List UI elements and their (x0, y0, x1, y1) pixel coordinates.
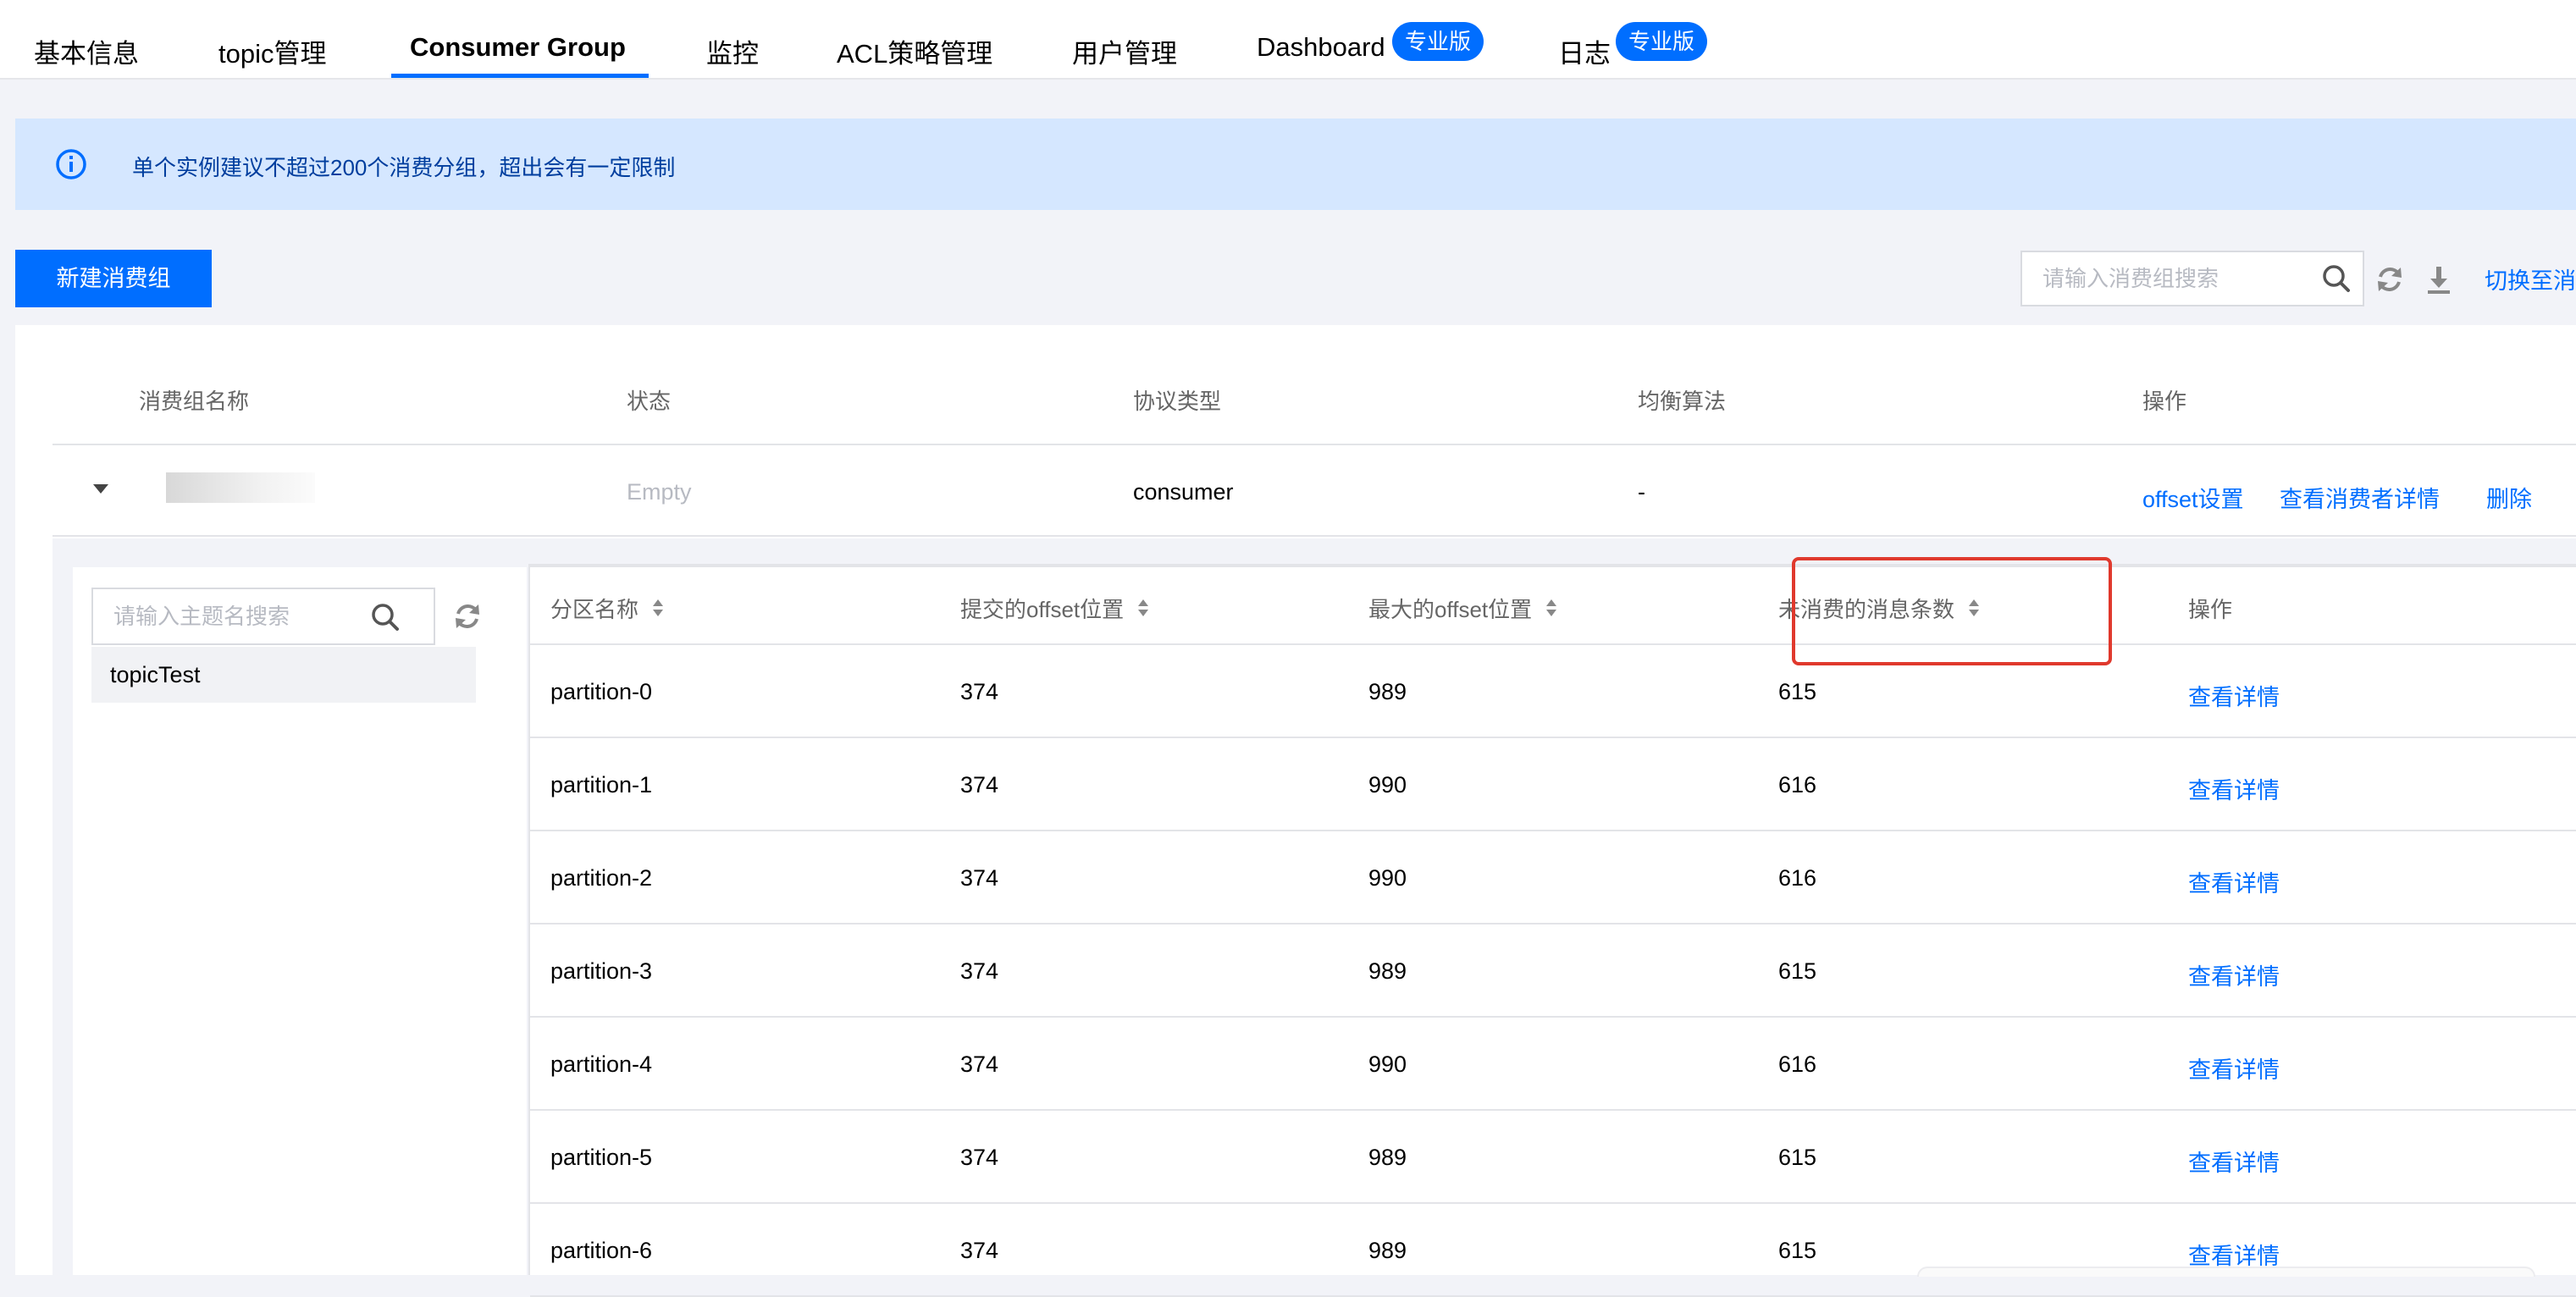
table-row: partition-3 374 989 615 查看详情 (530, 924, 2576, 1018)
committed-offset: 374 (960, 772, 999, 798)
unconsumed-count: 615 (1778, 1238, 1817, 1263)
max-offset: 989 (1368, 1145, 1407, 1170)
committed-offset: 374 (960, 679, 999, 704)
floating-panel-edge (1917, 1267, 2535, 1277)
search-icon[interactable] (2320, 262, 2352, 295)
partition-name: partition-5 (550, 1145, 653, 1170)
dashboard-pro-badge: 专业版 (1392, 22, 1484, 61)
column-header-committed-offset[interactable]: 提交的offset位置 (960, 593, 1149, 624)
tab-user-management[interactable]: 用户管理 (1072, 32, 1177, 70)
column-header-max-offset[interactable]: 最大的offset位置 (1368, 593, 1557, 624)
view-details-link[interactable]: 查看详情 (2188, 865, 2280, 898)
info-circle-icon (56, 149, 86, 179)
table-row: partition-4 374 990 616 查看详情 (530, 1018, 2576, 1111)
consumer-group-table-header: 消费组名称 状态 协议类型 均衡算法 操作 (53, 384, 2576, 445)
committed-offset: 374 (960, 958, 999, 984)
tab-consumer-group[interactable]: Consumer Group (410, 32, 626, 63)
consumer-group-row: Empty consumer - offset设置 查看消费者详情 删除 (53, 447, 2576, 537)
redacted-group-name (166, 472, 315, 503)
consumer-group-search (2020, 251, 2364, 306)
refresh-topics-icon[interactable] (451, 599, 484, 633)
committed-offset: 374 (960, 865, 999, 891)
unconsumed-count: 615 (1778, 679, 1817, 704)
notice-banner: 单个实例建议不超过200个消费分组，超出会有一定限制 (15, 119, 2576, 210)
tab-dashboard[interactable]: Dashboard (1257, 32, 1385, 63)
notice-text: 单个实例建议不超过200个消费分组，超出会有一定限制 (132, 155, 676, 180)
column-header-actions: 操作 (2142, 389, 2187, 414)
table-row: partition-6 374 989 615 查看详情 (530, 1204, 2576, 1297)
offset-settings-link[interactable]: offset设置 (2142, 481, 2244, 514)
active-tab-indicator (391, 74, 649, 78)
switch-view-link[interactable]: 切换至消 (2485, 262, 2576, 295)
committed-offset: 374 (960, 1238, 999, 1263)
partition-name: partition-6 (550, 1238, 653, 1263)
unconsumed-count: 615 (1778, 1145, 1817, 1170)
view-details-link[interactable]: 查看详情 (2188, 958, 2280, 991)
tab-topic-management[interactable]: topic管理 (218, 32, 326, 70)
sort-icon[interactable] (1545, 599, 1557, 617)
unconsumed-count: 616 (1778, 865, 1817, 891)
column-header-protocol: 协议类型 (1133, 389, 1222, 414)
unconsumed-count: 616 (1778, 772, 1817, 798)
column-header-status: 状态 (627, 389, 672, 414)
tab-acl-policy[interactable]: ACL策略管理 (837, 32, 992, 70)
table-row: partition-0 374 989 615 查看详情 (530, 645, 2576, 738)
view-details-link[interactable]: 查看详情 (2188, 679, 2280, 712)
tab-monitoring[interactable]: 监控 (706, 32, 759, 70)
create-consumer-group-button[interactable]: 新建消费组 (15, 250, 212, 307)
committed-offset: 374 (960, 1145, 999, 1170)
partition-name: partition-0 (550, 679, 653, 704)
partition-table-header: 分区名称 提交的offset位置 最大的offset位置 未消费的消息条数 操作 (530, 557, 2576, 665)
partition-name: partition-4 (550, 1051, 653, 1077)
group-algorithm: - (1638, 479, 1645, 505)
column-header-committed-offset-label: 提交的offset位置 (960, 597, 1125, 622)
column-header-partition-label: 分区名称 (550, 597, 639, 622)
column-header-partition[interactable]: 分区名称 (550, 593, 664, 624)
tab-logs[interactable]: 日志 (1558, 32, 1611, 70)
sort-icon[interactable] (1137, 599, 1149, 617)
group-detail-expanded: topicTest 分区名称 提交的offset位置 最大的offset位置 未… (53, 538, 2576, 1297)
max-offset: 990 (1368, 865, 1407, 891)
max-offset: 989 (1368, 679, 1407, 704)
max-offset: 990 (1368, 1051, 1407, 1077)
partition-name: partition-1 (550, 772, 653, 798)
table-row: partition-1 374 990 616 查看详情 (530, 738, 2576, 831)
view-details-link[interactable]: 查看详情 (2188, 1051, 2280, 1085)
topic-list-panel: topicTest (73, 567, 527, 1275)
logs-pro-badge: 专业版 (1616, 22, 1708, 61)
column-header-group-name: 消费组名称 (139, 389, 250, 414)
max-offset: 989 (1368, 958, 1407, 984)
download-icon[interactable] (2422, 262, 2456, 296)
table-row: partition-5 374 989 615 查看详情 (530, 1111, 2576, 1204)
column-header-max-offset-label: 最大的offset位置 (1368, 597, 1533, 622)
column-header-partition-actions: 操作 (2188, 597, 2233, 622)
group-protocol: consumer (1133, 479, 1234, 505)
partition-table: 分区名称 提交的offset位置 最大的offset位置 未消费的消息条数 操作… (528, 557, 2576, 1297)
collapse-row-icon[interactable] (93, 484, 108, 494)
tab-basic-info[interactable]: 基本信息 (34, 32, 139, 70)
table-row: partition-2 374 990 616 查看详情 (530, 831, 2576, 924)
sort-icon[interactable] (652, 599, 664, 617)
committed-offset: 374 (960, 1051, 999, 1077)
group-status: Empty (627, 479, 692, 505)
unconsumed-count: 615 (1778, 958, 1817, 984)
view-details-link[interactable]: 查看详情 (2188, 772, 2280, 805)
refresh-icon[interactable] (2373, 262, 2407, 296)
unconsumed-count: 616 (1778, 1051, 1817, 1077)
delete-group-link[interactable]: 删除 (2486, 481, 2532, 514)
partition-name: partition-2 (550, 865, 653, 891)
topic-search-input[interactable] (113, 589, 368, 643)
consumer-group-search-input[interactable] (2043, 252, 2297, 305)
partition-name: partition-3 (550, 958, 653, 984)
topic-search (91, 588, 435, 645)
top-tab-bar: 基本信息 topic管理 Consumer Group 监控 ACL策略管理 用… (0, 0, 2576, 80)
max-offset: 990 (1368, 772, 1407, 798)
max-offset: 989 (1368, 1238, 1407, 1263)
topic-item[interactable]: topicTest (91, 647, 476, 703)
view-consumer-details-link[interactable]: 查看消费者详情 (2280, 481, 2440, 514)
view-details-link[interactable]: 查看详情 (2188, 1145, 2280, 1178)
consumer-group-table-card: 消费组名称 状态 协议类型 均衡算法 操作 Empty consumer - o… (15, 325, 2576, 1297)
column-header-algorithm: 均衡算法 (1638, 389, 1727, 414)
search-icon[interactable] (369, 601, 401, 633)
